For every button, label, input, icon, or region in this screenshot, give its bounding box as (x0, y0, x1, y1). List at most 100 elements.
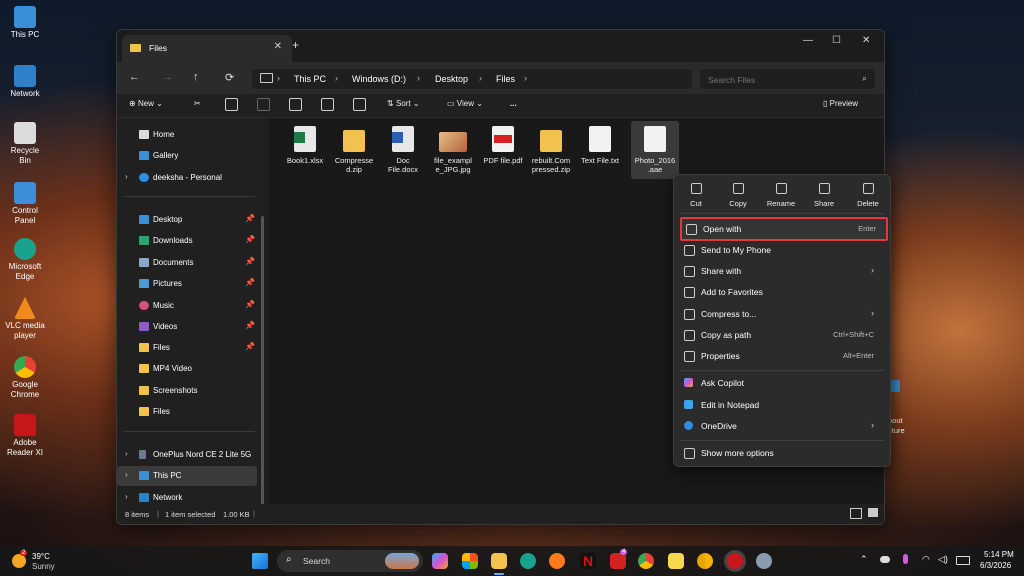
sticky-notes-icon[interactable] (668, 553, 684, 569)
sidebar-item-desktop[interactable]: Desktop 📌 (117, 210, 257, 230)
breadcrumb-this-pc[interactable]: This PC (294, 74, 326, 84)
sidebar-item-gallery[interactable]: Gallery (117, 146, 257, 166)
sidebar-item-music[interactable]: Music 📌 (117, 296, 257, 316)
close-window-button[interactable]: ✕ (862, 35, 870, 46)
desktop-icon-recycle-bin[interactable]: Recycle Bin (4, 122, 46, 166)
sidebar-item-home[interactable]: Home (117, 125, 257, 145)
search-box[interactable]: ⌕ (700, 69, 875, 89)
desktop-icon-adobe-reader[interactable]: Adobe Reader XI (4, 414, 46, 458)
file-item-text-file[interactable]: Text File.txt (576, 126, 624, 165)
sidebar-item-mp4-video[interactable]: MP4 Video (117, 359, 257, 379)
edge-icon[interactable] (520, 553, 536, 569)
menu-item-open-with[interactable]: Open with Enter (680, 217, 888, 241)
tab-files[interactable]: Files ✕ (122, 35, 292, 62)
battery-icon[interactable] (956, 556, 970, 565)
sidebar-scrollbar[interactable] (261, 216, 264, 524)
desktop-icon-chrome[interactable]: Google Chrome (4, 356, 46, 400)
file-item-doc-file[interactable]: Doc File.docx (379, 126, 427, 174)
maximize-button[interactable]: ☐ (832, 35, 841, 46)
firefox-icon[interactable] (549, 553, 565, 569)
sidebar-item-files[interactable]: Files 📌 (117, 338, 257, 358)
desktop-icon-control-panel[interactable]: Control Panel (4, 182, 46, 226)
preview-button[interactable]: ▯ Preview (823, 99, 858, 108)
share-button[interactable] (321, 98, 334, 111)
refresh-button[interactable]: ⟳ (225, 71, 234, 84)
menu-item-share-with[interactable]: Share with › (680, 261, 884, 281)
new-tab-button[interactable]: + (292, 38, 299, 52)
store-icon[interactable] (462, 553, 478, 569)
taskbar-search[interactable]: ⌕ Search (277, 550, 423, 572)
rename-button[interactable] (289, 98, 302, 111)
sidebar-item-screenshots[interactable]: Screenshots (117, 381, 257, 401)
clock-date[interactable]: 6/3/2026 (980, 561, 1011, 570)
menu-item-add-to-favorites[interactable]: Add to Favorites (680, 282, 884, 302)
start-icon[interactable] (252, 553, 268, 569)
sort-button[interactable]: ⇅ Sort ⌄ (387, 99, 420, 108)
menu-item-copy-as-path[interactable]: Copy as path Ctrl+Shift+C (680, 325, 884, 345)
clock-time[interactable]: 5:14 PM (984, 550, 1014, 559)
netflix-icon[interactable]: N (580, 553, 596, 569)
view-button[interactable]: ▭ View ⌄ (447, 99, 483, 108)
back-button[interactable]: ← (129, 71, 140, 83)
delete-button[interactable] (353, 98, 366, 111)
forward-button[interactable]: → (162, 71, 173, 83)
copy-action[interactable]: Copy (720, 183, 756, 208)
search-input[interactable] (706, 72, 860, 88)
wifi-icon[interactable]: ◠ (922, 554, 930, 565)
chrome-icon[interactable] (638, 553, 654, 569)
menu-item-send-to-phone[interactable]: Send to My Phone (680, 240, 884, 260)
sidebar-item-videos[interactable]: Videos 📌 (117, 317, 257, 337)
minimize-button[interactable]: — (803, 35, 813, 46)
details-view-button[interactable] (850, 508, 862, 519)
chrome-canary-icon[interactable] (697, 553, 713, 569)
desktop-icon-this-pc[interactable]: This PC (4, 6, 46, 40)
sidebar-item-downloads[interactable]: Downloads 📌 (117, 231, 257, 251)
breadcrumb-files[interactable]: Files (496, 74, 515, 84)
file-item-rebuilt-zip[interactable]: rebuilt.Com pressed.zip (527, 126, 575, 174)
file-item-jpg[interactable]: file_exampl e_JPG.jpg (429, 126, 477, 174)
desktop-icon-partial[interactable]: bout cture (888, 360, 918, 446)
settings-icon[interactable] (756, 553, 772, 569)
menu-item-compress-to[interactable]: Compress to... › (680, 304, 884, 324)
recording-app-icon[interactable] (727, 553, 743, 569)
desktop-icon-vlc[interactable]: VLC media player (4, 297, 46, 341)
paste-button[interactable] (257, 98, 270, 111)
chevron-up-icon[interactable]: ⌃ (860, 554, 868, 565)
file-item-pdf[interactable]: PDF file.pdf (479, 126, 527, 165)
app-l-icon[interactable] (610, 553, 626, 569)
new-button[interactable]: ⊕ New ⌄ (129, 99, 163, 108)
more-options-button[interactable]: ... (510, 99, 517, 108)
cut-button[interactable]: ✂ (194, 99, 201, 108)
sidebar-item-files-2[interactable]: Files (117, 402, 257, 422)
close-tab-icon[interactable]: ✕ (274, 41, 282, 52)
breadcrumb-windows-d[interactable]: Windows (D:) (352, 74, 406, 84)
weather-widget[interactable]: 2 39°C Sunny (12, 550, 72, 572)
sidebar-item-oneplus[interactable]: › OnePlus Nord CE 2 Lite 5G (117, 445, 257, 465)
sidebar-item-documents[interactable]: Documents 📌 (117, 253, 257, 273)
menu-item-show-more-options[interactable]: Show more options (680, 443, 884, 463)
file-explorer-icon[interactable] (491, 553, 507, 569)
microphone-icon[interactable] (903, 554, 908, 564)
copy-button[interactable] (225, 98, 238, 111)
menu-item-ask-copilot[interactable]: Ask Copilot (680, 373, 884, 393)
cut-action[interactable]: Cut (678, 183, 714, 208)
share-action[interactable]: Share (806, 183, 842, 208)
menu-item-onedrive[interactable]: OneDrive › (680, 416, 884, 436)
sidebar-item-this-pc[interactable]: › This PC (117, 466, 257, 486)
onedrive-tray-icon[interactable] (880, 556, 890, 563)
sidebar-item-onedrive-personal[interactable]: › deeksha - Personal (117, 168, 257, 188)
desktop-icon-edge[interactable]: Microsoft Edge (4, 238, 46, 282)
breadcrumb-desktop[interactable]: Desktop (435, 74, 468, 84)
breadcrumb[interactable]: › This PC › Windows (D:) › Desktop › Fil… (252, 69, 692, 89)
file-item-book1[interactable]: Book1.xlsx (281, 126, 329, 165)
sidebar-item-pictures[interactable]: Pictures 📌 (117, 274, 257, 294)
menu-item-properties[interactable]: Properties Alt+Enter (680, 346, 884, 366)
delete-action[interactable]: Delete (850, 183, 886, 208)
menu-item-edit-in-notepad[interactable]: Edit in Notepad (680, 395, 884, 415)
copilot-icon[interactable] (432, 553, 448, 569)
rename-action[interactable]: Rename (763, 183, 799, 208)
file-item-photo-aae[interactable]: Photo_2016 .aae (631, 121, 679, 179)
desktop-icon-network[interactable]: Network (4, 65, 46, 99)
volume-icon[interactable]: ◁) (938, 554, 948, 565)
file-item-compressed-zip[interactable]: Compresse d.zip (330, 126, 378, 174)
